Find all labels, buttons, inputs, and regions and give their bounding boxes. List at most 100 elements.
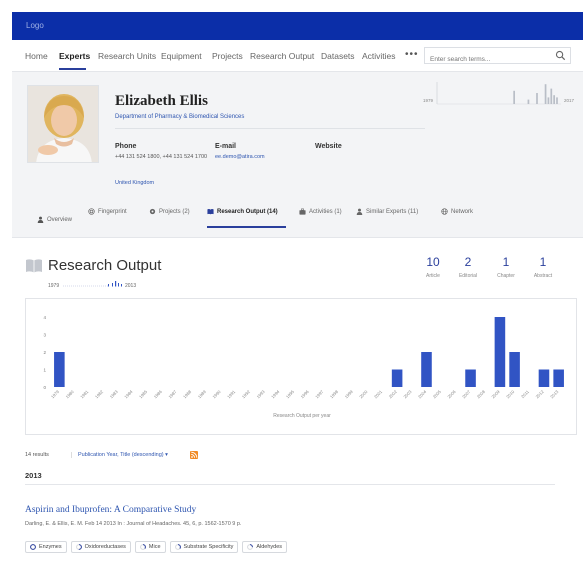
- x-tick-label: 2006: [446, 389, 457, 400]
- chart-bar-2004[interactable]: [421, 352, 432, 387]
- chart-bar-2002[interactable]: [391, 369, 403, 388]
- top-bar: Logo: [12, 12, 583, 40]
- stat-article[interactable]: 10 Article: [418, 255, 448, 279]
- x-tick-label: 2001: [373, 389, 384, 400]
- nav-item-home[interactable]: Home: [25, 51, 48, 61]
- x-tick-label: 2013: [549, 389, 560, 400]
- keyword-label: Substrate Specificity: [183, 544, 234, 550]
- x-tick-label: 1999: [344, 389, 355, 400]
- stat-caption: Abstract: [533, 273, 553, 279]
- stat-count: 10: [426, 255, 440, 269]
- location-link[interactable]: United Kingdom: [115, 179, 154, 187]
- chart-bar-2013[interactable]: [553, 369, 564, 388]
- more-menu-button[interactable]: •••: [405, 49, 419, 60]
- y-tick-label: 1: [43, 367, 46, 372]
- chart-bar-2007[interactable]: [465, 369, 476, 388]
- expert-name: Elizabeth Ellis: [115, 93, 208, 109]
- x-tick-label: 1984: [123, 389, 134, 400]
- fingerprint-weight-icon: [174, 544, 181, 550]
- year-heading: 2013: [25, 471, 42, 480]
- keyword-chip[interactable]: Substrate Specificity: [169, 541, 239, 553]
- phone-value: +44 131 524 1800, +44 131 524 1700: [115, 154, 208, 160]
- email-link[interactable]: ee.demo@atira.com: [215, 153, 265, 161]
- chart-bar-2010[interactable]: [509, 352, 520, 387]
- profile-tabs: Overview Fingerprint Projects (2) Resear…: [12, 196, 583, 238]
- keyword-chip[interactable]: Oxidoreductases: [70, 541, 131, 553]
- mini-hist-bar: [550, 88, 553, 104]
- stat-count: 1: [502, 255, 510, 269]
- tab-research-output[interactable]: Research Output (14): [207, 208, 278, 215]
- x-tick-label: 1987: [167, 389, 178, 400]
- y-tick-label: 0: [43, 385, 46, 390]
- research-output-title: Research Output: [48, 257, 162, 274]
- mini-hist-start-label: 1979: [423, 98, 434, 103]
- results-toolbar: 14 results Publication Year, Title (desc…: [25, 450, 577, 464]
- keyword-chip[interactable]: Enzymes: [25, 541, 67, 553]
- x-tick-label: 1980: [65, 389, 76, 400]
- x-tick-label: 1993: [256, 389, 267, 400]
- tab-network[interactable]: Network: [441, 208, 473, 215]
- tab-label: Research Output (14): [217, 208, 278, 215]
- tab-activities[interactable]: Activities (1): [299, 208, 342, 215]
- fingerprint-weight-icon: [75, 544, 82, 550]
- profile-header: Elizabeth Ellis Department of Pharmacy &…: [12, 72, 583, 196]
- mini-hist-bar: [547, 97, 550, 104]
- x-tick-label: 1981: [79, 389, 90, 400]
- nav-item-research-output[interactable]: Research Output: [250, 51, 314, 61]
- nav-item-activities[interactable]: Activities: [362, 51, 396, 61]
- chart-bar-2009[interactable]: [494, 317, 506, 387]
- keyword-chip[interactable]: Aldehydes: [242, 541, 288, 553]
- search-icon[interactable]: [555, 50, 566, 61]
- department-link[interactable]: Department of Pharmacy & Biomedical Scie…: [115, 114, 244, 120]
- book-icon: [207, 209, 214, 215]
- x-tick-label: 2007: [461, 389, 472, 400]
- tab-projects[interactable]: Projects (2): [149, 208, 190, 215]
- gear-icon: [149, 208, 156, 215]
- mini-hist-bar: [544, 84, 547, 104]
- fingerprint-weight-icon: [30, 544, 36, 550]
- x-tick-label: 1979: [50, 389, 61, 400]
- tab-label: Network: [451, 208, 474, 215]
- keyword-chip[interactable]: Mice: [134, 541, 166, 553]
- stat-abstract[interactable]: 1 Abstract: [528, 255, 558, 279]
- nav-item-equipment[interactable]: Equipment: [161, 51, 202, 61]
- year-divider: [25, 484, 555, 485]
- x-tick-label: 1994: [270, 389, 281, 400]
- tab-overview[interactable]: Overview: [37, 216, 72, 223]
- chart-bar-2012[interactable]: [538, 369, 550, 388]
- y-tick-label: 3: [43, 332, 46, 337]
- logo[interactable]: Logo: [26, 21, 44, 30]
- x-tick-label: 1989: [197, 389, 208, 400]
- x-tick-label: 1983: [109, 389, 120, 400]
- nav-item-experts[interactable]: Experts: [59, 51, 90, 61]
- tab-label: Similar Experts (11): [366, 208, 419, 215]
- nav-item-research-units[interactable]: Research Units: [98, 51, 156, 61]
- mini-hist-bar: [513, 90, 515, 104]
- stat-chapter[interactable]: 1 Chapter: [491, 255, 521, 279]
- nav-item-datasets[interactable]: Datasets: [321, 51, 355, 61]
- stat-count: 2: [464, 255, 472, 269]
- tab-active-indicator: [207, 226, 286, 228]
- stat-editorial[interactable]: 2 Editorial: [453, 255, 483, 279]
- x-tick-label: 1991: [226, 389, 237, 400]
- profile-divider: [115, 128, 425, 129]
- x-tick-label: 1998: [329, 389, 340, 400]
- search-input[interactable]: [425, 52, 543, 67]
- y-tick-label: 4: [43, 315, 46, 320]
- x-tick-label: 1986: [153, 389, 164, 400]
- mini-hist-end-label: 2017: [564, 98, 575, 103]
- x-tick-label: 1995: [285, 389, 296, 400]
- nav-item-projects[interactable]: Projects: [212, 51, 243, 61]
- sort-dropdown[interactable]: Publication Year, Title (descending) ▾: [71, 452, 168, 458]
- tab-similar-experts[interactable]: Similar Experts (11): [356, 208, 418, 215]
- rss-icon[interactable]: [190, 451, 198, 459]
- publication-title-link[interactable]: Aspirin and Ibuprofen: A Comparative Stu…: [25, 505, 196, 515]
- phone-label: Phone: [115, 143, 137, 150]
- x-tick-label: 2008: [476, 389, 487, 400]
- x-tick-label: 2000: [358, 389, 369, 400]
- tab-label: Projects (2): [159, 208, 190, 215]
- chart-bar-1979[interactable]: [54, 352, 65, 387]
- keyword-label: Aldehydes: [256, 544, 283, 550]
- mini-output-histogram: 1979 2017: [421, 76, 581, 112]
- tab-fingerprint[interactable]: Fingerprint: [88, 208, 127, 215]
